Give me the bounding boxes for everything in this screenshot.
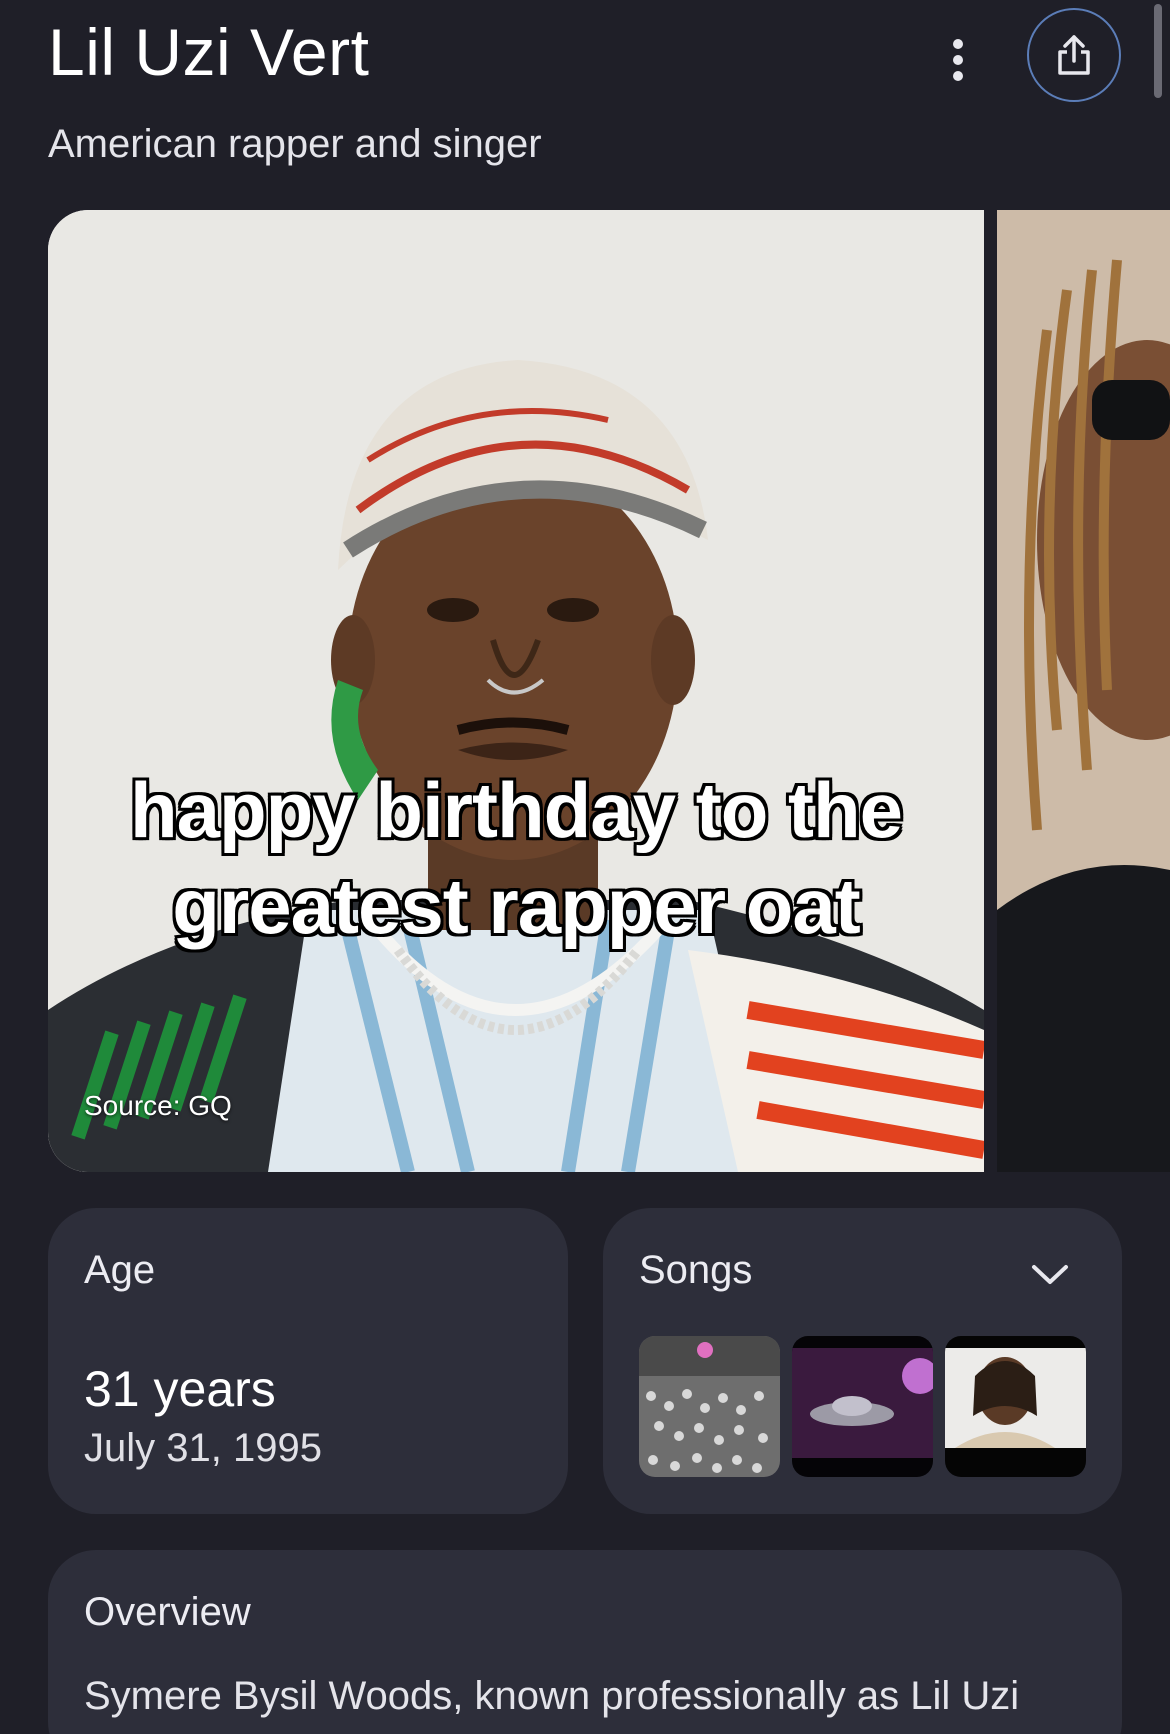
- more-vert-icon: [953, 39, 963, 81]
- ufo-thumbnail-image: [792, 1336, 933, 1477]
- image-source: Source: GQ: [84, 1090, 232, 1121]
- songs-label: Songs: [639, 1248, 753, 1292]
- scrollbar[interactable]: [1154, 4, 1162, 98]
- crowd-thumbnail-image: [639, 1336, 780, 1477]
- caption-line-1: happy birthday to the: [129, 766, 903, 854]
- expand-songs-button[interactable]: [1025, 1250, 1075, 1300]
- age-card[interactable]: Age 31 years July 31, 1995: [48, 1208, 568, 1514]
- birth-date: July 31, 1995: [84, 1426, 322, 1470]
- share-button[interactable]: [1027, 8, 1121, 102]
- image-carousel[interactable]: happy birthday to the greatest rapper oa…: [48, 210, 1170, 1172]
- share-icon: [1058, 35, 1090, 75]
- carousel-image-main[interactable]: happy birthday to the greatest rapper oa…: [48, 210, 984, 1172]
- songs-card[interactable]: Songs: [603, 1208, 1122, 1514]
- image-caption: happy birthday to the greatest rapper oa…: [48, 762, 984, 954]
- caption-line-2: greatest rapper oat: [172, 862, 861, 950]
- chevron-down-icon: [1032, 1265, 1068, 1284]
- age-value: 31 years: [84, 1361, 276, 1417]
- song-thumbnail-3[interactable]: [945, 1336, 1086, 1477]
- knowledge-panel: Lil Uzi Vert American rapper and singer: [0, 0, 1170, 1734]
- page-title: Lil Uzi Vert: [48, 15, 370, 89]
- overview-text: Symere Bysil Woods, known professionally…: [84, 1674, 1020, 1718]
- age-label: Age: [84, 1248, 156, 1292]
- overview-card[interactable]: Overview Symere Bysil Woods, known profe…: [48, 1550, 1122, 1734]
- page-subtitle: American rapper and singer: [48, 122, 542, 166]
- overview-label: Overview: [84, 1590, 251, 1634]
- next-portrait-image: [997, 210, 1170, 1172]
- song-thumbnail-1[interactable]: [639, 1336, 780, 1477]
- song-thumbnail-2[interactable]: [792, 1336, 933, 1477]
- more-options-button[interactable]: [940, 30, 976, 90]
- carousel-image-next[interactable]: [997, 210, 1170, 1172]
- artist-thumbnail-image: [945, 1336, 1086, 1477]
- portrait-image: [48, 210, 984, 1172]
